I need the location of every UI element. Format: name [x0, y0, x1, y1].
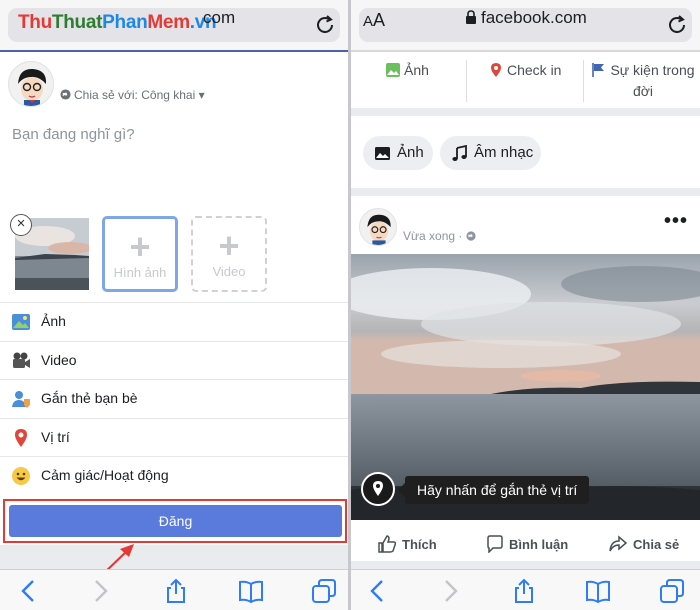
- cartoon-avatar-icon: [18, 68, 47, 106]
- composer-options-list: Ảnh Video Gắn thẻ bạn bè Vị trí Cảm giác…: [0, 302, 348, 495]
- location-pin-icon: [491, 63, 501, 77]
- separator: [351, 108, 700, 116]
- text-size-button[interactable]: AA: [363, 10, 385, 31]
- bookmarks-icon[interactable]: [585, 578, 611, 604]
- caret-down-icon: ▾: [198, 88, 205, 102]
- action-photo[interactable]: Ảnh: [385, 60, 429, 81]
- option-photo[interactable]: Ảnh: [0, 302, 348, 341]
- status-input[interactable]: Bạn đang nghĩ gì?: [12, 126, 135, 143]
- add-video-button[interactable]: + Video: [191, 216, 267, 292]
- option-feeling-activity[interactable]: Cảm giác/Hoạt động: [0, 456, 348, 495]
- cartoon-avatar-icon: [367, 214, 391, 245]
- share-arrow-icon: [609, 535, 628, 552]
- more-options-icon[interactable]: •••: [664, 210, 688, 233]
- add-photo-button[interactable]: + Hình ảnh: [102, 216, 178, 292]
- comment-button[interactable]: Bình luận: [486, 535, 568, 553]
- music-note-icon: [452, 145, 467, 161]
- separator: [351, 561, 700, 569]
- separator: [0, 545, 348, 569]
- post-timestamp: Vừa xong ·: [403, 229, 476, 243]
- option-location[interactable]: Vị trí: [0, 417, 348, 457]
- comment-icon: [487, 535, 503, 553]
- chip-photo[interactable]: Ảnh: [363, 136, 433, 170]
- avatar[interactable]: [8, 61, 54, 107]
- bookmarks-icon[interactable]: [238, 578, 264, 604]
- photo-icon: [12, 314, 30, 330]
- smiley-icon: [12, 467, 30, 485]
- close-icon: ×: [16, 215, 26, 232]
- reload-icon[interactable]: [664, 12, 690, 38]
- browser-toolbar: [351, 569, 700, 610]
- plus-icon: +: [218, 225, 240, 266]
- globe-icon: [60, 89, 71, 100]
- left-phone-screen: ThuThuatPhanMem.vn com Chia sẻ với: Công…: [0, 0, 348, 610]
- share-icon[interactable]: [163, 578, 189, 604]
- address-bar: AA facebook.com: [351, 0, 700, 52]
- tag-friends-icon: [12, 391, 30, 408]
- plus-icon: +: [129, 226, 151, 267]
- post-photo[interactable]: Hãy nhấn để gắn thẻ vị trí: [351, 254, 700, 520]
- composer-actions: Ảnh Check in Sự kiện trong đời: [351, 54, 700, 106]
- share-button[interactable]: Chia sẻ: [608, 535, 679, 553]
- option-tag-friends[interactable]: Gắn thẻ bạn bè: [0, 379, 348, 418]
- forward-icon[interactable]: [87, 578, 113, 604]
- tag-location-button[interactable]: [361, 472, 395, 506]
- remove-photo-button[interactable]: ×: [10, 214, 32, 236]
- tabs-icon[interactable]: [311, 578, 337, 604]
- thumbs-up-icon: [378, 535, 397, 553]
- back-icon[interactable]: [365, 578, 391, 604]
- photo-icon: [375, 147, 390, 160]
- like-button[interactable]: Thích: [377, 535, 437, 553]
- location-pin-icon: [373, 481, 383, 496]
- url-display: facebook.com: [465, 8, 587, 28]
- address-bar: ThuThuatPhanMem.vn com: [0, 0, 348, 52]
- lock-icon: [466, 10, 476, 24]
- flag-icon: [592, 63, 605, 77]
- share-icon[interactable]: [511, 578, 537, 604]
- right-phone-screen: AA facebook.com Ảnh Check in Sự kiện tro…: [351, 0, 700, 610]
- video-camera-icon: [13, 352, 30, 368]
- globe-icon: [466, 231, 476, 241]
- back-icon[interactable]: [16, 578, 42, 604]
- audience-selector[interactable]: Chia sẻ với: Công khai ▾: [60, 88, 205, 102]
- separator: [351, 188, 700, 196]
- avatar[interactable]: [359, 208, 397, 246]
- action-life-event[interactable]: Sự kiện trong đời: [591, 60, 695, 102]
- option-video[interactable]: Video: [0, 340, 348, 380]
- reaction-bar: Thích Bình luận Chia sẻ: [351, 528, 700, 560]
- action-checkin[interactable]: Check in: [488, 60, 561, 81]
- forward-icon[interactable]: [437, 578, 463, 604]
- url-text: com: [203, 8, 236, 27]
- tag-location-tooltip: Hãy nhấn để gắn thẻ vị trí: [397, 476, 590, 504]
- post-button[interactable]: Đăng: [9, 505, 342, 537]
- location-pin-icon: [15, 428, 27, 447]
- watermark-logo: ThuThuatPhanMem.vn: [18, 12, 217, 33]
- browser-toolbar: [0, 569, 348, 610]
- chip-music[interactable]: Âm nhạc: [440, 136, 541, 170]
- tabs-icon[interactable]: [659, 578, 685, 604]
- photo-icon: [386, 63, 400, 77]
- reload-icon[interactable]: [312, 12, 338, 38]
- progress-line: [0, 50, 348, 52]
